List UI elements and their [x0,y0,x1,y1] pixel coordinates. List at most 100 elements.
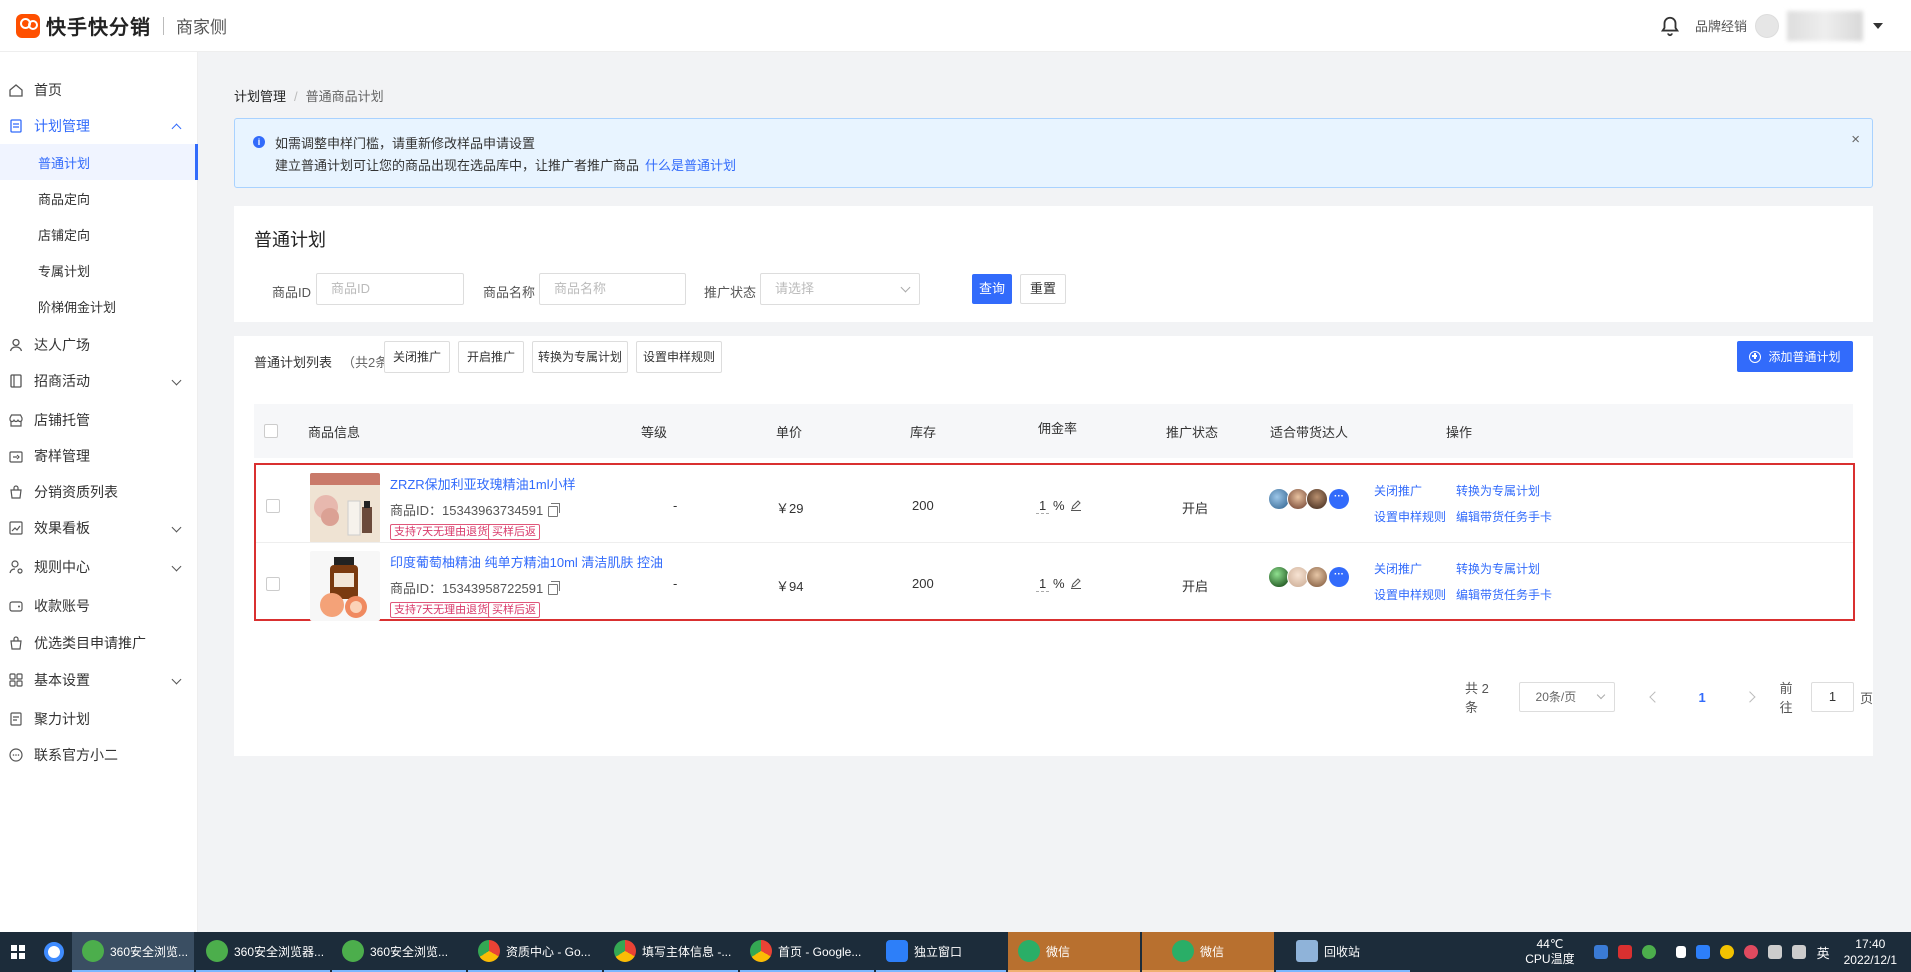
sidebar-item-payment-account[interactable]: 收款账号 [0,588,198,624]
brand-logo[interactable]: 快手快分销 商家侧 [16,11,227,40]
commission-rate-value[interactable]: 1 [1036,498,1050,514]
sidebar-subitem-product-targeting[interactable]: 商品定向 [0,180,198,216]
edit-pencil-icon[interactable] [1070,576,1082,589]
sidebar-item-merchant-activity[interactable]: 招商活动 [0,363,198,399]
product-thumbnail[interactable] [310,473,380,543]
taskbar-item[interactable]: 回收站 [1276,932,1410,972]
taskbar-item[interactable]: 360安全浏览... [72,932,194,972]
cpu-temperature-label: CPU温度 [1525,952,1575,966]
copy-icon[interactable] [548,581,561,596]
sidebar-item-juli-plan[interactable]: 聚力计划 [0,701,198,737]
wps-icon[interactable] [1617,945,1632,959]
convert-exclusive-link[interactable]: 转换为专属计划 [1456,560,1540,577]
edit-task-card-link[interactable]: 编辑带货任务手卡 [1456,508,1552,525]
browser-360-icon [342,940,364,962]
sidebar-item-store-hosting[interactable]: 店铺托管 [0,402,198,438]
tray-360-icon[interactable] [1641,945,1656,959]
select-all-checkbox[interactable] [264,424,278,438]
taskbar-item[interactable]: 360安全浏览... [332,932,466,972]
talent-avatars[interactable]: ··· [1268,488,1349,510]
convert-exclusive-link[interactable]: 转换为专属计划 [1456,482,1540,499]
tray-app-icon[interactable] [1719,945,1734,959]
sidebar-item-rule-center[interactable]: 规则中心 [0,549,198,585]
product-thumbnail[interactable] [310,551,380,621]
more-talents-icon[interactable]: ··· [1329,489,1349,509]
convert-exclusive-button[interactable]: 转换为专属计划 [532,341,628,373]
bell-icon[interactable] [1659,15,1680,37]
tray-app-icon[interactable] [1743,945,1758,959]
sidebar-item-sample-management[interactable]: 寄样管理 [0,438,198,474]
search-icon[interactable] [36,932,72,972]
what-is-normal-plan-link[interactable]: 什么是普通计划 [645,158,736,173]
system-tray: 44℃ CPU温度 英 17:40 2022/12/1 [1525,936,1911,968]
chevron-down-icon[interactable] [1873,22,1883,29]
ime-indicator[interactable]: 英 [1817,943,1830,962]
sidebar-subitem-store-targeting[interactable]: 店铺定向 [0,216,198,252]
prev-page-icon[interactable] [1648,691,1661,703]
close-promotion-link[interactable]: 关闭推广 [1374,482,1422,499]
goto-page-input[interactable]: 1 [1810,682,1854,712]
set-sample-rule-link[interactable]: 设置申样规则 [1374,586,1446,603]
page-size-select[interactable]: 20条/页 [1518,682,1615,712]
set-sample-rule-link[interactable]: 设置申样规则 [1374,508,1446,525]
taskbar-item[interactable]: 微信 [1008,932,1140,972]
commission-rate-value[interactable]: 1 [1036,576,1050,592]
status-select[interactable]: 请选择 [760,273,920,305]
reset-button[interactable]: 重置 [1020,274,1066,304]
product-name-link[interactable]: ZRZR保加利亚玫瑰精油1ml小样 [390,474,662,493]
avatar[interactable] [1755,13,1779,38]
sidebar-subitem-tiered-commission[interactable]: 阶梯佣金计划 [0,288,198,324]
next-page-icon[interactable] [1744,691,1756,703]
edit-pencil-icon[interactable] [1070,498,1082,511]
volume-icon[interactable] [1791,945,1806,959]
sidebar-subitem-exclusive-plan[interactable]: 专属计划 [0,252,198,288]
talent-avatar[interactable] [1306,488,1328,510]
open-promotion-button[interactable]: 开启推广 [458,341,524,373]
user-name-blurred[interactable] [1787,10,1863,41]
breadcrumb-root[interactable]: 计划管理 [234,89,286,104]
current-page[interactable]: 1 [1698,690,1705,705]
notification-bell-icon[interactable] [1675,946,1686,958]
tray-app-icon[interactable] [1695,945,1710,959]
sidebar-item-plan-management[interactable]: 计划管理 [0,108,198,144]
sidebar-item-category-promotion[interactable]: 优选类目申请推广 [0,625,198,661]
windows-start-icon[interactable] [0,932,36,972]
product-id-input[interactable]: 商品ID [316,273,464,305]
product-name-input[interactable]: 商品名称 [539,273,686,305]
row-checkbox[interactable] [266,499,280,513]
row-checkbox[interactable] [266,577,280,591]
sidebar-item-basic-settings[interactable]: 基本设置 [0,662,198,698]
taskbar-item[interactable]: 资质中心 - Go... [468,932,602,972]
taskbar-item[interactable]: 独立窗口 [876,932,1006,972]
copy-icon[interactable] [548,503,561,518]
close-promotion-button[interactable]: 关闭推广 [384,341,450,373]
brand-name: 快手快分销 [46,17,151,39]
taskbar-item[interactable]: 360安全浏览器... [196,932,330,972]
network-icon[interactable] [1767,945,1782,959]
more-talents-icon[interactable]: ··· [1329,567,1349,587]
set-sample-rule-button[interactable]: 设置申样规则 [636,341,722,373]
cpu-temperature[interactable]: 44℃ CPU温度 [1525,937,1574,967]
taskbar-item[interactable]: 填写主体信息 -... [604,932,738,972]
sidebar-item-contact-support[interactable]: 联系官方小二 [0,737,198,773]
sidebar-item-talent-square[interactable]: 达人广场 [0,327,198,363]
query-button[interactable]: 查询 [972,274,1012,304]
sidebar-subitem-normal-plan[interactable]: 普通计划 [0,144,198,180]
talent-avatar[interactable] [1306,566,1328,588]
sidebar-item-distribution-qualification[interactable]: 分销资质列表 [0,474,198,510]
price-value: ￥29 [776,501,804,516]
tray-app-icon[interactable] [1593,945,1608,959]
product-name-link[interactable]: 印度葡萄柚精油 纯单方精油10ml 清洁肌肤 控油 [390,552,662,571]
taskbar-item-label: 微信 [1200,944,1225,959]
sidebar-item-performance-board[interactable]: 效果看板 [0,510,198,546]
close-promotion-link[interactable]: 关闭推广 [1374,560,1422,577]
close-icon[interactable]: × [1851,131,1860,148]
talent-avatars[interactable]: ··· [1268,566,1349,588]
sidebar-item-home[interactable]: 首页 [0,72,198,108]
taskbar-item[interactable]: 首页 - Google... [740,932,874,972]
system-clock[interactable]: 17:40 2022/12/1 [1844,936,1897,968]
sidebar-item-label: 寄样管理 [34,448,90,464]
taskbar-item[interactable]: 微信 [1142,932,1274,972]
edit-task-card-link[interactable]: 编辑带货任务手卡 [1456,586,1552,603]
add-normal-plan-button[interactable]: 添加普通计划 [1737,341,1853,372]
